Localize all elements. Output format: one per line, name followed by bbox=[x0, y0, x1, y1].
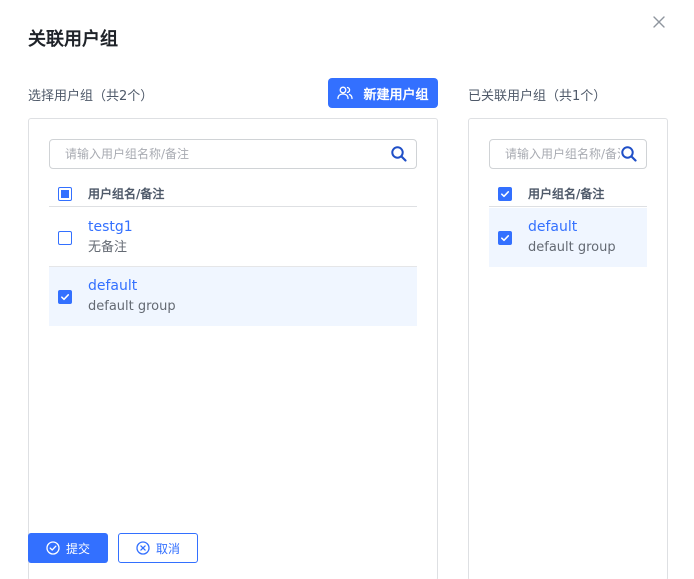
right-search-box bbox=[489, 139, 647, 169]
right-list-header: 用户组名/备注 bbox=[489, 181, 647, 207]
item-checkbox[interactable] bbox=[498, 230, 512, 245]
cancel-button[interactable]: 取消 bbox=[118, 533, 198, 563]
new-user-group-label: 新建用户组 bbox=[363, 87, 429, 103]
left-search-box bbox=[49, 139, 417, 169]
group-name[interactable]: default bbox=[528, 217, 616, 237]
close-icon[interactable] bbox=[650, 13, 668, 31]
associate-user-group-dialog: 关联用户组 选择用户组（共2个） 新建用户组 用户组名/备注 bbox=[0, 0, 694, 579]
close-circle-icon bbox=[136, 541, 150, 555]
available-groups-panel: 用户组名/备注 testg1 无备注 default default group bbox=[28, 118, 438, 579]
group-name[interactable]: testg1 bbox=[88, 217, 133, 237]
check-icon bbox=[61, 293, 70, 300]
group-note: default group bbox=[88, 299, 176, 314]
submit-button[interactable]: 提交 bbox=[28, 533, 108, 563]
list-item-testg1[interactable]: testg1 无备注 bbox=[49, 208, 417, 267]
associated-item-default[interactable]: default default group bbox=[489, 208, 647, 267]
right-header-label: 用户组名/备注 bbox=[528, 187, 605, 201]
cancel-label: 取消 bbox=[155, 541, 180, 556]
left-list-header: 用户组名/备注 bbox=[49, 181, 417, 207]
item-checkbox[interactable] bbox=[58, 289, 72, 304]
check-icon bbox=[501, 234, 510, 241]
associated-groups-panel: 用户组名/备注 default default group bbox=[468, 118, 668, 579]
associated-groups-label: 已关联用户组（共1个） bbox=[468, 89, 607, 104]
list-item-default[interactable]: default default group bbox=[49, 267, 417, 326]
available-groups-label: 选择用户组（共2个） bbox=[28, 89, 154, 104]
search-icon[interactable] bbox=[390, 145, 408, 163]
dialog-title: 关联用户组 bbox=[28, 29, 118, 50]
group-note: 无备注 bbox=[88, 240, 128, 255]
submit-label: 提交 bbox=[65, 541, 90, 556]
left-select-all-checkbox[interactable] bbox=[58, 186, 72, 201]
group-note: default group bbox=[528, 240, 616, 255]
check-icon bbox=[501, 190, 510, 197]
left-header-label: 用户组名/备注 bbox=[88, 187, 165, 201]
check-circle-icon bbox=[46, 541, 60, 555]
right-select-all-checkbox[interactable] bbox=[498, 186, 512, 201]
left-search-input[interactable] bbox=[65, 147, 390, 161]
group-name[interactable]: default bbox=[88, 276, 176, 296]
search-icon[interactable] bbox=[620, 145, 638, 163]
users-icon bbox=[337, 86, 354, 100]
new-user-group-button[interactable]: 新建用户组 bbox=[328, 78, 438, 108]
item-checkbox[interactable] bbox=[58, 230, 72, 245]
right-search-input[interactable] bbox=[505, 147, 620, 161]
